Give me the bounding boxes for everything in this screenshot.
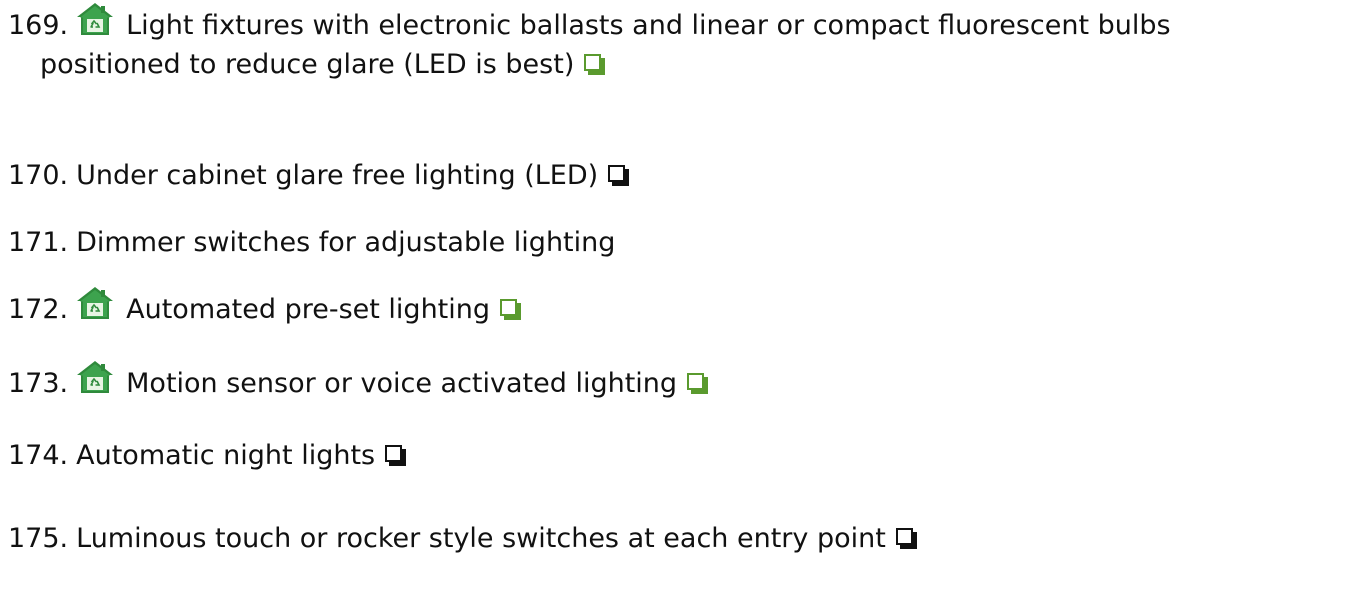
- item-text: Luminous touch or rocker style switches …: [76, 523, 886, 554]
- checkbox-icon[interactable]: [608, 165, 630, 186]
- item-number: 173.: [8, 368, 69, 399]
- checkbox-icon[interactable]: [500, 299, 522, 320]
- item-text: Light fixtures with electronic ballasts …: [126, 10, 1171, 41]
- house-recycle-icon: [76, 360, 114, 394]
- item-text-continuation: positioned to reduce glare (LED is best): [40, 49, 575, 80]
- checkbox-icon[interactable]: [895, 528, 917, 549]
- item-number: 170.: [8, 160, 69, 191]
- list-item-171: 171. Dimmer switches for adjustable light…: [8, 223, 615, 263]
- list-item-173: 173. Motion sensor or voice activated li…: [8, 360, 709, 404]
- item-text: Under cabinet glare free lighting (LED): [76, 160, 599, 191]
- item-text: Dimmer switches for adjustable lighting: [76, 227, 616, 258]
- item-number: 169.: [8, 10, 69, 41]
- item-text: Motion sensor or voice activated lightin…: [126, 368, 678, 399]
- house-recycle-icon: [76, 2, 114, 36]
- checkbox-icon[interactable]: [584, 54, 606, 75]
- item-number: 174.: [8, 440, 69, 471]
- list-item-175: 175. Luminous touch or rocker style switc…: [8, 519, 917, 559]
- house-recycle-icon: [76, 286, 114, 320]
- item-number: 175.: [8, 523, 69, 554]
- list-item-170: 170. Under cabinet glare free lighting (L…: [8, 156, 630, 196]
- item-text: Automated pre-set lighting: [126, 294, 491, 325]
- list-item-172: 172. Automated pre-set lighting: [8, 286, 522, 330]
- list-item-169-continuation: positioned to reduce glare (LED is best): [40, 45, 606, 85]
- item-text: Automatic night lights: [76, 440, 376, 471]
- list-item-174: 174. Automatic night lights: [8, 436, 407, 476]
- checkbox-icon[interactable]: [687, 373, 709, 394]
- item-number: 171.: [8, 227, 69, 258]
- list-item-169: 169. Light fixtures with electronic ball…: [8, 2, 1171, 46]
- item-number: 172.: [8, 294, 69, 325]
- checkbox-icon[interactable]: [385, 445, 407, 466]
